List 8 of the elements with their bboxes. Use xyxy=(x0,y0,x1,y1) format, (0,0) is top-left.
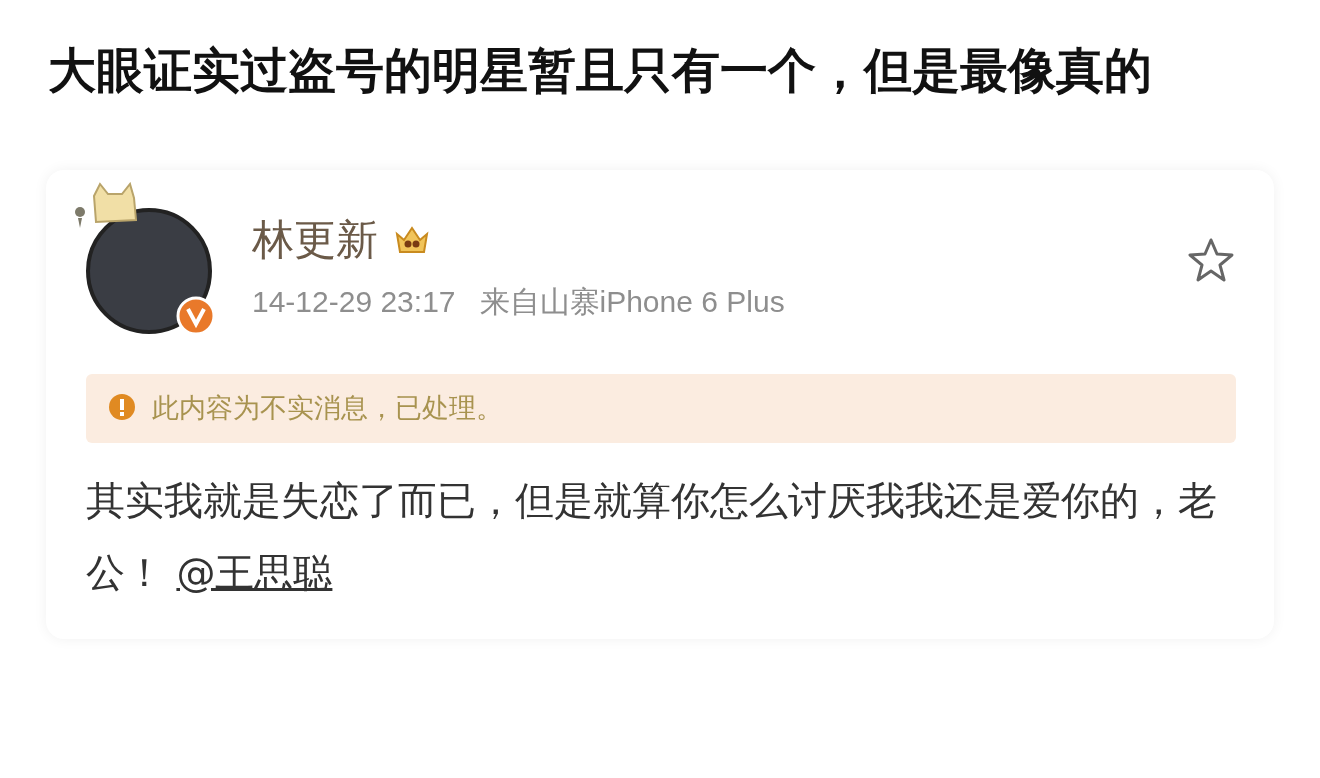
headline: 大眼证实过盗号的明星暂且只有一个，但是最像真的 xyxy=(47,41,1153,100)
favorite-star-icon[interactable] xyxy=(1186,236,1236,284)
author-name[interactable]: 林更新 xyxy=(252,208,378,271)
post-source: 来自山寨iPhone 6 Plus xyxy=(479,284,785,320)
mention-link[interactable]: @王思聪 xyxy=(176,549,333,595)
post-text: 其实我就是失恋了而已，但是就算你怎么讨厌我我还是爱你的，老公！ @王思聪 xyxy=(86,476,1218,597)
post-time: 14-12-29 23:17 xyxy=(252,284,456,320)
notice-text: 此内容为不实消息，已处理。 xyxy=(152,391,503,425)
